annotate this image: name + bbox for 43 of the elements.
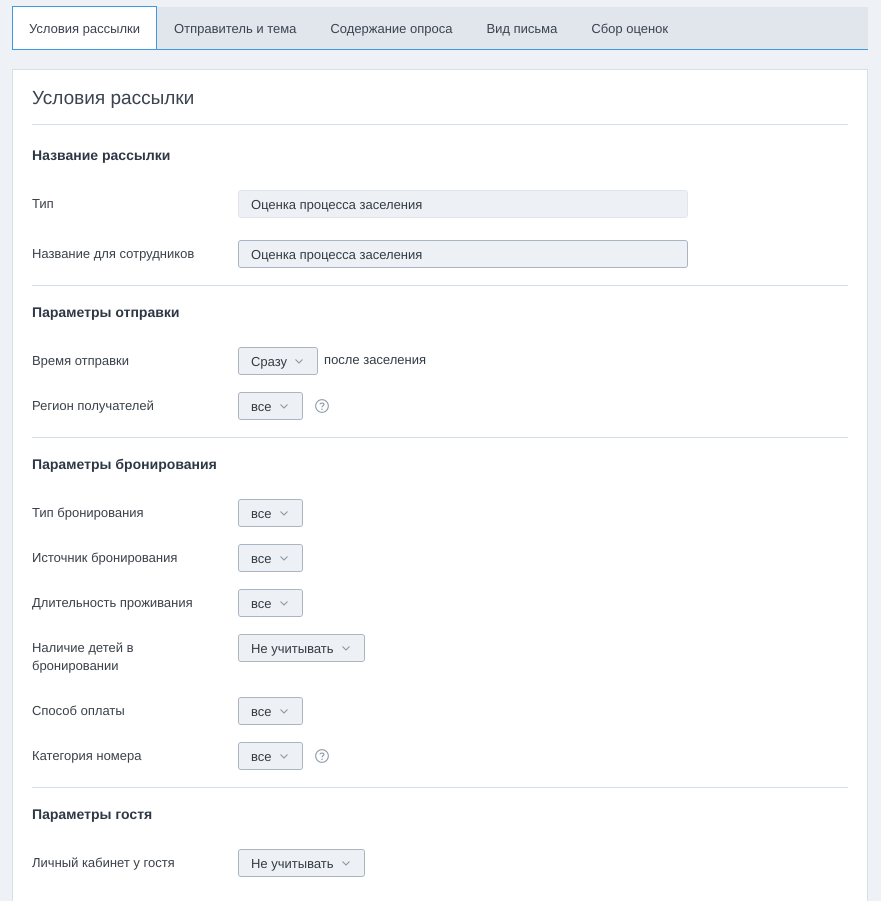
dropdown-button[interactable]: все (238, 544, 302, 572)
field-label: Регион получателей (32, 397, 155, 415)
suffix-text: после заселения (324, 352, 426, 366)
field-label: Длительность проживания (32, 594, 194, 612)
panel-title: Условия рассылки (32, 87, 196, 111)
chevron-down-icon (280, 404, 288, 408)
chevron-down-icon (342, 646, 350, 650)
section-heading: Параметры бронирования (32, 455, 218, 474)
dropdown-button[interactable]: Не учитывать (238, 634, 364, 662)
dropdown-button[interactable]: Сразу (238, 347, 318, 375)
chevron-down-icon (342, 860, 350, 866)
section-heading: Название рассылки (32, 146, 172, 165)
tab[interactable]: Содержание опроса (313, 6, 470, 49)
chevron-down-icon (295, 358, 304, 364)
tab[interactable]: Сбор оценок (574, 6, 686, 49)
chevron-down-icon (280, 708, 288, 714)
field-label: Наличие детей в бронировании (32, 639, 135, 675)
field-label: Источник бронирования (32, 549, 178, 567)
text-field[interactable]: Оценка процесса заселения (238, 240, 688, 268)
section-heading: Параметры отправки (32, 303, 180, 322)
dropdown-button[interactable]: все (238, 742, 302, 770)
tab[interactable]: Вид письма (469, 6, 574, 49)
dropdown-button[interactable]: все (238, 392, 302, 420)
chevron-down-icon (280, 754, 288, 758)
field-label: Тип бронирования (32, 504, 145, 522)
field-label: Название для сотрудников (32, 245, 196, 263)
section-heading: Параметры гостя (32, 805, 154, 824)
field-label: Категория номера (32, 747, 142, 765)
dropdown-button[interactable]: все (238, 697, 302, 725)
help-icon[interactable] (314, 749, 328, 763)
help-icon[interactable] (314, 399, 328, 413)
tab[interactable]: Условия рассылки (12, 6, 158, 49)
field-label: Способ оплаты (32, 702, 126, 720)
dropdown-button[interactable]: Не учитывать (238, 849, 364, 877)
dropdown-button[interactable]: все (238, 589, 302, 617)
field-label: Тип (32, 195, 55, 213)
chevron-down-icon (280, 600, 288, 606)
chevron-down-icon (280, 510, 288, 516)
chevron-down-icon (280, 556, 288, 560)
tab[interactable]: Отправитель и тема (157, 6, 314, 49)
dropdown-button[interactable]: все (238, 499, 302, 527)
field-label: Время отправки (32, 352, 130, 370)
field-label: Личный кабинет у гостя (32, 854, 176, 872)
